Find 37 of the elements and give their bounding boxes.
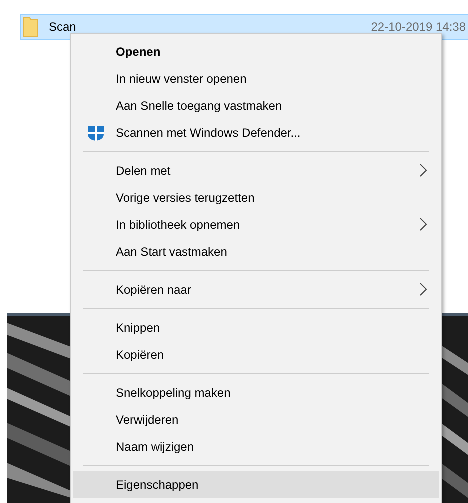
menu-item-label: Snelkoppeling maken	[116, 386, 231, 400]
menu-item-label: Aan Snelle toegang vastmaken	[116, 98, 282, 112]
chevron-icon	[420, 283, 427, 296]
menu-item[interactable]: Snelkoppeling maken	[73, 379, 439, 406]
menu-item-label: Aan Start vastmaken	[116, 244, 228, 258]
menu-item[interactable]: In bibliotheek opnemen	[73, 211, 439, 238]
menu-item[interactable]: Vorige versies terugzetten	[73, 184, 439, 211]
menu-item[interactable]: Naam wijzigen	[73, 433, 439, 460]
menu-item-label: In bibliotheek opnemen	[116, 218, 240, 232]
menu-item-label: Eigenschappen	[116, 478, 199, 492]
menu-item[interactable]: Aan Start vastmaken	[73, 238, 439, 265]
menu-item-label: Vorige versies terugzetten	[116, 190, 255, 204]
chevron-icon	[420, 218, 427, 231]
file-date: 22-10-2019 14:38	[371, 20, 466, 34]
menu-item[interactable]: Knippen	[73, 314, 439, 341]
menu-item[interactable]: Eigenschappen	[73, 471, 439, 498]
menu-item[interactable]: In nieuw venster openen	[73, 65, 439, 92]
menu-item-label: Verwijderen	[116, 412, 179, 426]
menu-item-label: Knippen	[116, 320, 160, 334]
folder-icon	[23, 16, 39, 38]
menu-item[interactable]: Delen met	[73, 157, 439, 184]
file-name: Scan	[49, 20, 76, 34]
menu-item[interactable]: Aan Snelle toegang vastmaken	[73, 92, 439, 119]
menu-item[interactable]: Openen	[73, 38, 439, 65]
menu-item-label: Scannen met Windows Defender...	[116, 126, 301, 140]
menu-item-label: Openen	[116, 44, 161, 58]
menu-item-label: In nieuw venster openen	[116, 72, 247, 86]
menu-item-label: Kopiëren naar	[116, 282, 192, 296]
chevron-icon	[420, 164, 427, 177]
menu-item-label: Naam wijzigen	[116, 440, 194, 454]
menu-item-label: Delen met	[116, 164, 171, 178]
menu-item-label: Kopiëren	[116, 348, 164, 362]
menu-item[interactable]: Verwijderen	[73, 406, 439, 433]
shield-icon	[86, 124, 104, 142]
menu-item[interactable]: Kopiëren	[73, 341, 439, 368]
menu-item[interactable]: Kopiëren naar	[73, 276, 439, 303]
menu-item[interactable]: Scannen met Windows Defender...	[73, 119, 439, 146]
